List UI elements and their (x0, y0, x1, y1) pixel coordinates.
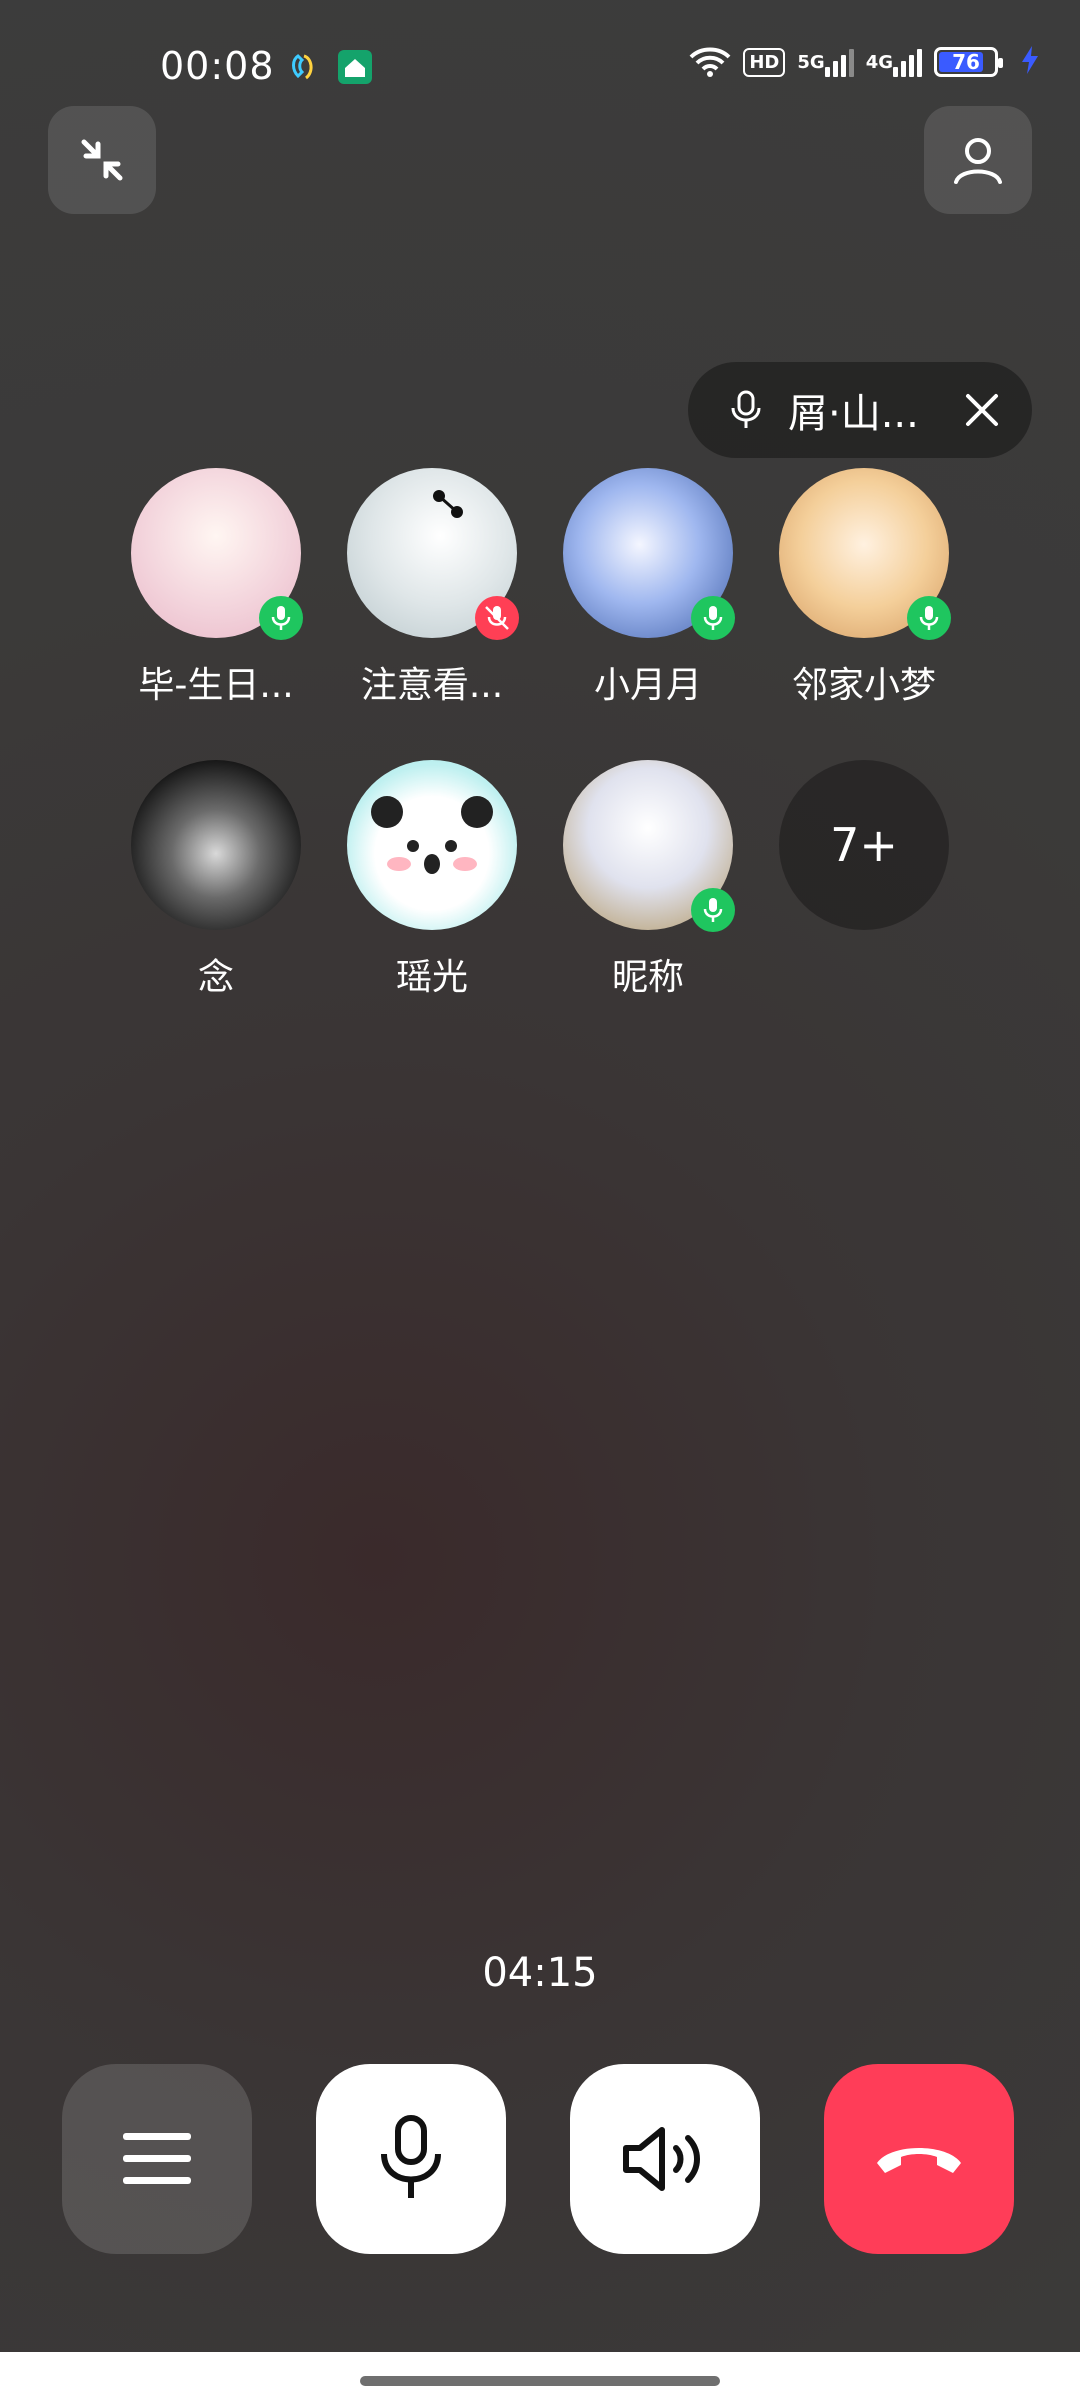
signal-bars-icon (824, 47, 854, 77)
more-participants-count: 7+ (779, 760, 949, 930)
wifi-icon (689, 46, 731, 78)
hd-badge: HD (743, 47, 786, 77)
avatar (131, 760, 301, 930)
microphone-icon (703, 606, 723, 630)
status-bar: 00:08 HD 5G 4G 76 (0, 0, 1080, 130)
microphone-icon (381, 2115, 441, 2198)
minimize-button[interactable] (48, 106, 156, 214)
avatar (347, 760, 517, 930)
participant-name: 小月月 (593, 665, 702, 706)
participant-tile[interactable]: 瑶光 (324, 760, 540, 1000)
hangup-phone-icon (877, 2148, 961, 2173)
participant-tile[interactable]: 注意看... (324, 468, 540, 708)
mic-muted-badge (475, 596, 519, 640)
avatar (131, 468, 303, 640)
signal-5g: 5G (797, 47, 854, 77)
avatar (563, 468, 735, 640)
menu-button[interactable] (62, 2064, 252, 2254)
charging-icon (1020, 44, 1040, 80)
minimize-arrows-icon (81, 139, 123, 181)
battery-level: 76 (952, 50, 980, 74)
avatar (779, 468, 951, 640)
participant-tile[interactable]: 小月月 (540, 468, 756, 708)
participant-name: 邻家小梦 (791, 665, 936, 706)
active-speaker-name: 屑·山... (788, 391, 919, 437)
signal-bars-icon (893, 47, 922, 77)
mic-off-icon (485, 606, 509, 630)
participant-name: 注意看... (360, 665, 504, 706)
participant-name: 瑶光 (395, 957, 468, 998)
mic-on-badge (259, 596, 303, 640)
mic-on-badge (691, 888, 735, 932)
battery-indicator: 76 (934, 47, 1003, 77)
participant-tile[interactable]: 邻家小梦 (756, 468, 972, 708)
net-4g-label: 4G (865, 51, 893, 73)
microphone-icon (703, 898, 723, 922)
close-speaker-pill-button[interactable] (960, 388, 1004, 432)
more-participants-tile[interactable]: 7+ (756, 760, 972, 1000)
panda-face-icon (371, 796, 493, 874)
participants-button[interactable] (924, 106, 1032, 214)
signal-4g: 4G (866, 47, 922, 77)
microphone-icon (731, 390, 761, 428)
mic-on-badge (907, 596, 951, 640)
net-5g-label: 5G (797, 51, 825, 73)
person-icon (954, 138, 1002, 184)
menu-icon (123, 2133, 191, 2184)
avatar (563, 760, 735, 932)
speaker-icon (623, 2127, 700, 2191)
participants-grid: 毕-生日... 注意看... 小月月 邻家小梦 念 瑶光 昵称 7+ (108, 468, 972, 1000)
participant-name: 昵称 (611, 957, 684, 998)
phone-app-icon (292, 54, 313, 80)
call-timer: 04:15 (482, 1950, 598, 1996)
navigation-bar (0, 2352, 1080, 2400)
microphone-button[interactable] (316, 2064, 506, 2254)
participant-name: 念 (197, 957, 234, 998)
participant-name: 毕-生日... (138, 665, 294, 706)
close-icon (966, 394, 998, 426)
microphone-icon (919, 606, 939, 630)
call-controls (62, 2064, 1018, 2254)
speaker-button[interactable] (570, 2064, 760, 2254)
participant-tile[interactable]: 昵称 (540, 760, 756, 1000)
home-indicator[interactable] (360, 2376, 720, 2386)
avatar (347, 468, 519, 640)
microphone-icon (271, 606, 291, 630)
status-icons: HD 5G 4G 76 (689, 44, 1040, 80)
mic-on-badge (691, 596, 735, 640)
participant-tile[interactable]: 念 (108, 760, 324, 1000)
participant-tile[interactable]: 毕-生日... (108, 468, 324, 708)
hangup-button[interactable] (824, 2064, 1014, 2254)
status-time: 00:08 (160, 44, 275, 88)
home-app-icon (338, 50, 372, 84)
active-speaker-pill[interactable]: 屑·山... (688, 362, 1032, 458)
